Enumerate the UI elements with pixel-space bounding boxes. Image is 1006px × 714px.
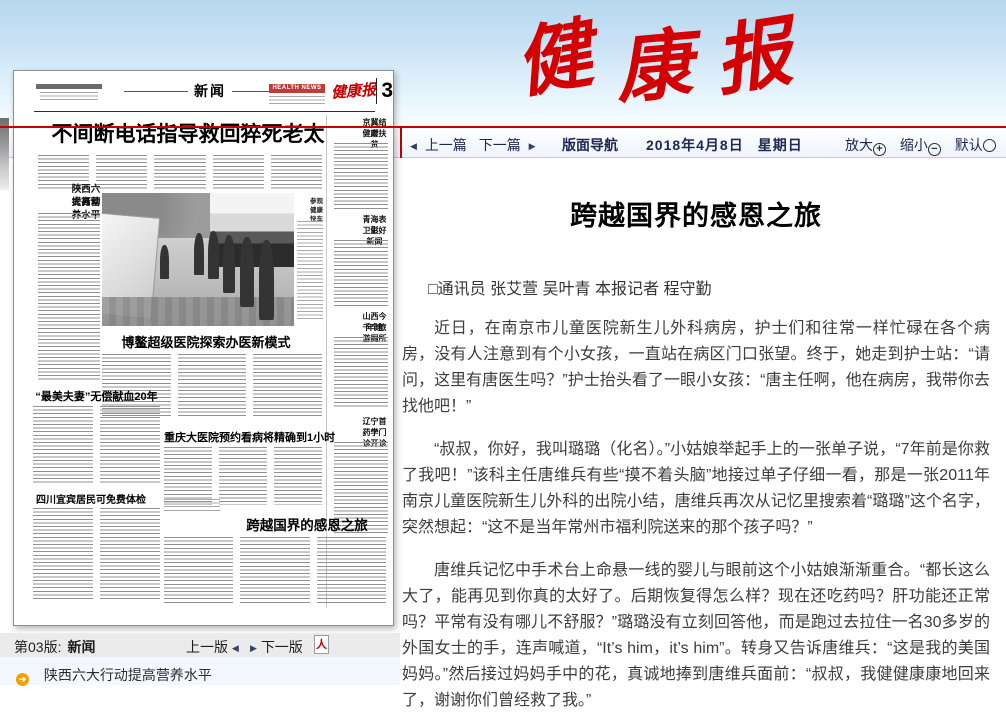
- zoom-in-icon[interactable]: +: [873, 143, 886, 156]
- article-paragraph: 唐维兵记忆中手术台上命悬一线的婴儿与眼前这个小姑娘渐渐重合。“都长这么大了，能再…: [402, 558, 990, 714]
- weekday-text: 星期日: [758, 137, 803, 153]
- thumb-text-block: [33, 508, 160, 600]
- thumb-text-block: [164, 537, 386, 603]
- zoom-controls: 放大+ 缩小− 默认: [845, 135, 1006, 156]
- page-pager-bar: 第03版: 新闻 上一版 ◀ ▶ 下一版 人: [0, 633, 400, 657]
- logo-char: 报: [707, 0, 799, 117]
- newspaper-page-preview[interactable]: 新闻 HEALTH NEWS 健康报 3 不间断电话指导救回猝死老太 陕西六大行…: [13, 70, 394, 626]
- thumb-headline-main: 不间断电话指导救回猝死老太: [42, 118, 334, 148]
- issue-date: 2018年4月8日星期日: [646, 135, 817, 155]
- prev-page-button[interactable]: 上一版 ◀: [186, 637, 239, 657]
- prev-page-label: 上一版: [186, 639, 228, 655]
- pdf-download-button[interactable]: 人: [314, 635, 329, 654]
- thumb-text-block: [334, 143, 388, 209]
- photo-figure: [194, 233, 204, 275]
- thumb-masthead-date: [269, 96, 325, 107]
- thumb-sidebar-headline: 山西今年建 千个旅游厕所: [334, 311, 388, 322]
- edition-number: 第03版:: [14, 639, 61, 655]
- caption-line: 参观: [310, 197, 323, 206]
- thumb-feature-byline: [164, 499, 220, 512]
- thumb-headline-boao: 博鳌超级医院探索办医新模式: [106, 332, 306, 351]
- article-paragraph: 近日，在南京市儿童医院新生儿外科病房，护士们和往常一样忙碌在各个病房，没有人注意…: [402, 316, 990, 420]
- thumb-brand-logo: 健康报: [330, 78, 377, 102]
- zoom-out-button[interactable]: 缩小−: [900, 137, 941, 153]
- photo-figure: [208, 231, 219, 279]
- thumb-headline-chongqing: 重庆大医院预约看病将精确到1小时: [164, 429, 324, 445]
- related-article-link[interactable]: 陕西六大行动提高营养水平: [44, 667, 212, 683]
- thumb-masthead-credits: [36, 84, 102, 89]
- thumb-photo: [102, 193, 294, 326]
- thumb-text-block: [297, 221, 323, 321]
- zoom-reset-label: 默认: [955, 137, 983, 153]
- site-logo: 健康报: [478, 2, 828, 112]
- thumb-page-number: 3: [376, 78, 393, 104]
- thumb-headline-couple: “最美夫妻”无偿献血20年: [33, 388, 160, 404]
- pdf-icon: 人: [315, 636, 328, 653]
- toolbar-red-divider: [400, 128, 402, 158]
- next-arrow-icon: ▶: [529, 141, 536, 151]
- photo-figure: [240, 237, 254, 307]
- article-paragraph: “叔叔，你好，我叫璐璐（化名）。”小姑娘举起手上的一张单子说，“7年前是你救了我…: [402, 437, 990, 541]
- header-divider: [0, 126, 1006, 128]
- prev-article-button[interactable]: 上一篇: [425, 137, 467, 153]
- thumb-sidebar-headline: 辽宁首个 药学门诊开诊: [334, 416, 388, 427]
- thumb-headline-shaanxi: 陕西六大行动 提高营养水平: [38, 183, 102, 196]
- related-article-row: ➔ 陕西六大行动提高营养水平: [16, 665, 212, 686]
- thumb-masthead-rule: [34, 111, 375, 112]
- zoom-out-label: 缩小: [900, 137, 928, 153]
- photo-figure: [160, 245, 169, 279]
- date-text: 2018年4月8日: [646, 137, 744, 153]
- edition-label: 第03版: 新闻: [14, 637, 95, 657]
- health-news-badge: HEALTH NEWS: [269, 84, 325, 93]
- logo-char: 康: [611, 9, 696, 125]
- thumb-text-block: [334, 240, 388, 306]
- thumb-text-block: [33, 406, 160, 483]
- logo-char: 健: [506, 0, 600, 120]
- thumb-masthead-contact: [40, 92, 98, 102]
- left-edge-fragment: [0, 118, 9, 190]
- article-panel: 跨越国界的感恩之旅 □通讯员 张艾萱 吴叶青 本报记者 程守勤 近日，在南京市儿…: [402, 158, 990, 714]
- zoom-reset-icon[interactable]: [983, 139, 996, 152]
- thumb-sidebar-headline: 青海表彰 卫生好新闻: [334, 214, 388, 225]
- thumb-text-block: [164, 447, 322, 505]
- article-title: 跨越国界的感恩之旅: [402, 194, 990, 233]
- article-byline: □通讯员 张艾萱 吴叶青 本报记者 程守勤: [428, 275, 990, 299]
- thumb-section-label: 新闻: [194, 81, 226, 101]
- thumb-headline-sichuan: 四川宜宾居民可免费体检: [36, 491, 154, 506]
- thumb-text-block: [38, 213, 100, 381]
- layout-nav-button[interactable]: 版面导航: [562, 135, 618, 155]
- prev-arrow-icon: ◀: [410, 141, 417, 151]
- article-pager: ◀ 上一篇 下一篇 ▶: [410, 135, 536, 155]
- prev-page-arrow-icon: ◀: [232, 643, 239, 653]
- arrow-bullet-icon: ➔: [16, 673, 29, 686]
- next-page-button[interactable]: ▶ 下一版: [250, 637, 303, 657]
- thumb-text-block: [334, 337, 388, 409]
- edition-name: 新闻: [67, 639, 95, 655]
- photo-figure: [223, 235, 235, 293]
- thumb-photo-caption: 参观 健康快车: [297, 197, 323, 206]
- zoom-out-icon[interactable]: −: [928, 143, 941, 156]
- thumb-headline-feature: 跨越国界的感恩之旅: [226, 514, 388, 534]
- zoom-reset-button[interactable]: 默认: [955, 137, 996, 153]
- photo-figure: [259, 240, 274, 320]
- rule-line: [124, 91, 188, 92]
- next-page-arrow-icon: ▶: [250, 643, 257, 653]
- zoom-in-button[interactable]: 放大+: [845, 137, 886, 153]
- zoom-in-label: 放大: [845, 137, 873, 153]
- thumb-masthead-right: HEALTH NEWS 健康报 3: [269, 83, 393, 111]
- next-article-button[interactable]: 下一篇: [479, 137, 521, 153]
- next-page-label: 下一版: [261, 639, 303, 655]
